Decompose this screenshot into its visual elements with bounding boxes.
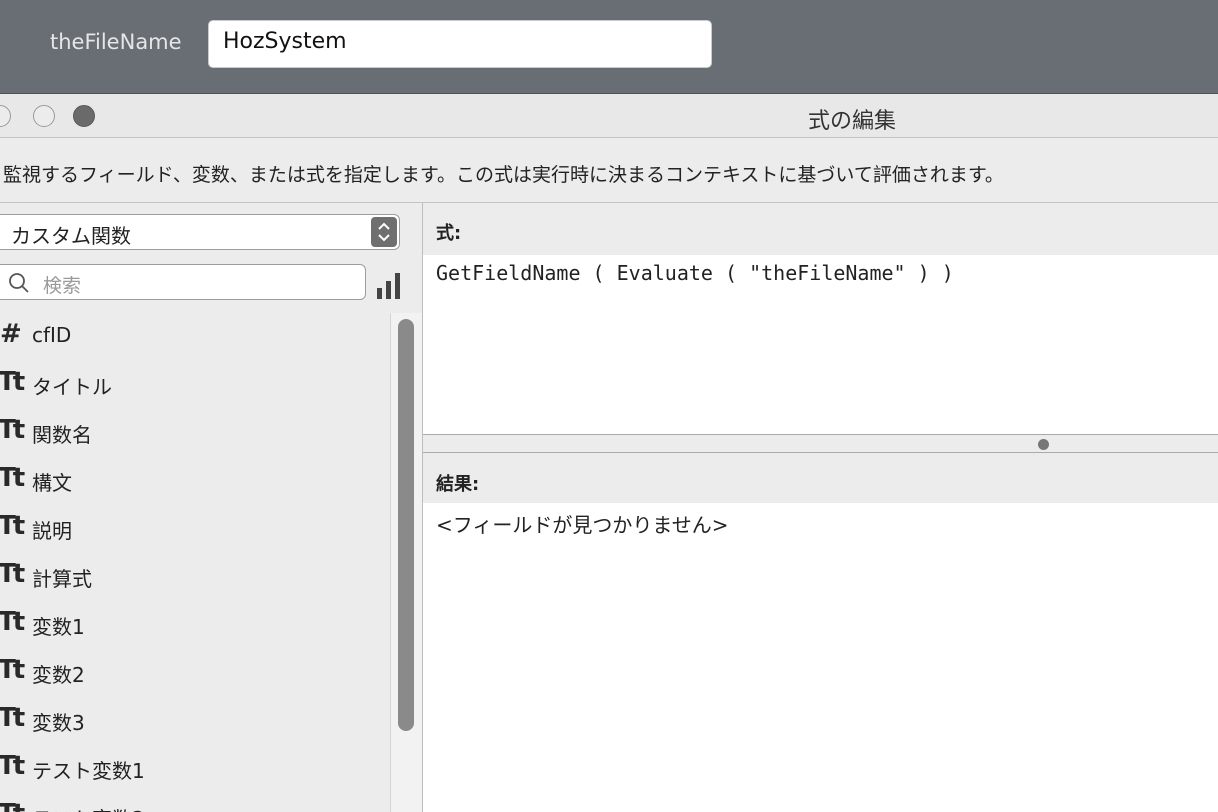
field-name: 変数1 <box>32 615 85 639</box>
list-item[interactable]: Tt テスト変数2 <box>0 793 390 812</box>
zoom-window-button[interactable] <box>73 105 95 127</box>
text-icon: Tt <box>0 799 25 812</box>
text-icon: Tt <box>0 751 25 781</box>
field-name: 変数3 <box>32 711 85 735</box>
expression-panel: 式: GetFieldName ( Evaluate ( "theFileNam… <box>423 203 1218 812</box>
dropdown-value: カスタム関数 <box>11 224 131 248</box>
window-title-bar: 式の編集 <box>0 94 1218 138</box>
field-name: タイトル <box>32 375 112 399</box>
result-text: <フィールドが見つかりません> <box>436 513 729 537</box>
text-icon: Tt <box>0 415 25 445</box>
field-name: 変数2 <box>32 663 85 687</box>
field-label: theFileName <box>50 30 182 54</box>
text-icon: Tt <box>0 607 25 637</box>
field-name: 構文 <box>32 471 72 495</box>
updown-chevron-icon <box>371 217 397 247</box>
close-window-button[interactable] <box>0 105 11 127</box>
result-area: <フィールドが見つかりません> <box>423 503 1218 812</box>
list-item[interactable]: Tt 変数1 <box>0 601 390 649</box>
context-dropdown[interactable]: カスタム関数 <box>0 214 400 250</box>
expression-editor[interactable]: GetFieldName ( Evaluate ( "theFileName" … <box>423 255 1218 434</box>
list-item[interactable]: Tt 変数3 <box>0 697 390 745</box>
description-text: 監視するフィールド、変数、または式を指定します。この式は実行時に決まるコンテキス… <box>3 164 1004 186</box>
list-item[interactable]: Tt テスト変数1 <box>0 745 390 793</box>
text-icon: Tt <box>0 703 25 733</box>
pane-splitter[interactable] <box>423 434 1218 453</box>
text-icon: Tt <box>0 463 25 493</box>
text-icon: Tt <box>0 367 25 397</box>
list-item[interactable]: Tt 説明 <box>0 505 390 553</box>
splitter-handle-icon[interactable] <box>1038 439 1049 450</box>
search-input[interactable]: 検索 <box>0 264 366 300</box>
search-placeholder: 検索 <box>43 275 82 297</box>
top-bar: theFileName HozSystem <box>0 0 1218 94</box>
list-item[interactable]: Tt 計算式 <box>0 553 390 601</box>
list-item[interactable]: Tt タイトル <box>0 361 390 409</box>
field-picker-panel: カスタム関数 検索 # cfID Tt タイトル Tt 関数名 Tt 構文 Tt 説明 Tt 計算式 T… <box>0 203 423 812</box>
field-name: 計算式 <box>32 567 92 591</box>
field-name: 関数名 <box>32 423 92 447</box>
minimize-window-button[interactable] <box>33 105 55 127</box>
field-list: # cfID Tt タイトル Tt 関数名 Tt 構文 Tt 説明 Tt 計算式 Tt 変数1 Tt 変数2 T… <box>0 313 390 812</box>
list-item[interactable]: # cfID <box>0 313 390 361</box>
text-icon: Tt <box>0 655 25 685</box>
window-title: 式の編集 <box>808 109 897 134</box>
scrollbar[interactable] <box>390 313 423 812</box>
scrollbar-thumb[interactable] <box>398 319 414 731</box>
list-item[interactable]: Tt 構文 <box>0 457 390 505</box>
bar-chart-icon[interactable] <box>375 273 403 303</box>
field-name: テスト変数2 <box>32 803 145 812</box>
search-icon <box>7 271 31 299</box>
text-icon: Tt <box>0 559 25 589</box>
field-name: テスト変数1 <box>32 759 145 783</box>
number-icon: # <box>0 319 22 349</box>
list-item[interactable]: Tt 変数2 <box>0 649 390 697</box>
result-label: 結果: <box>436 474 480 495</box>
filename-field[interactable]: HozSystem <box>208 20 712 68</box>
list-item[interactable]: Tt 関数名 <box>0 409 390 457</box>
expression-label: 式: <box>436 223 462 244</box>
field-name: 説明 <box>32 519 72 543</box>
field-name: cfID <box>32 323 72 347</box>
expression-text: GetFieldName ( Evaluate ( "theFileName" … <box>436 261 954 285</box>
text-icon: Tt <box>0 511 25 541</box>
